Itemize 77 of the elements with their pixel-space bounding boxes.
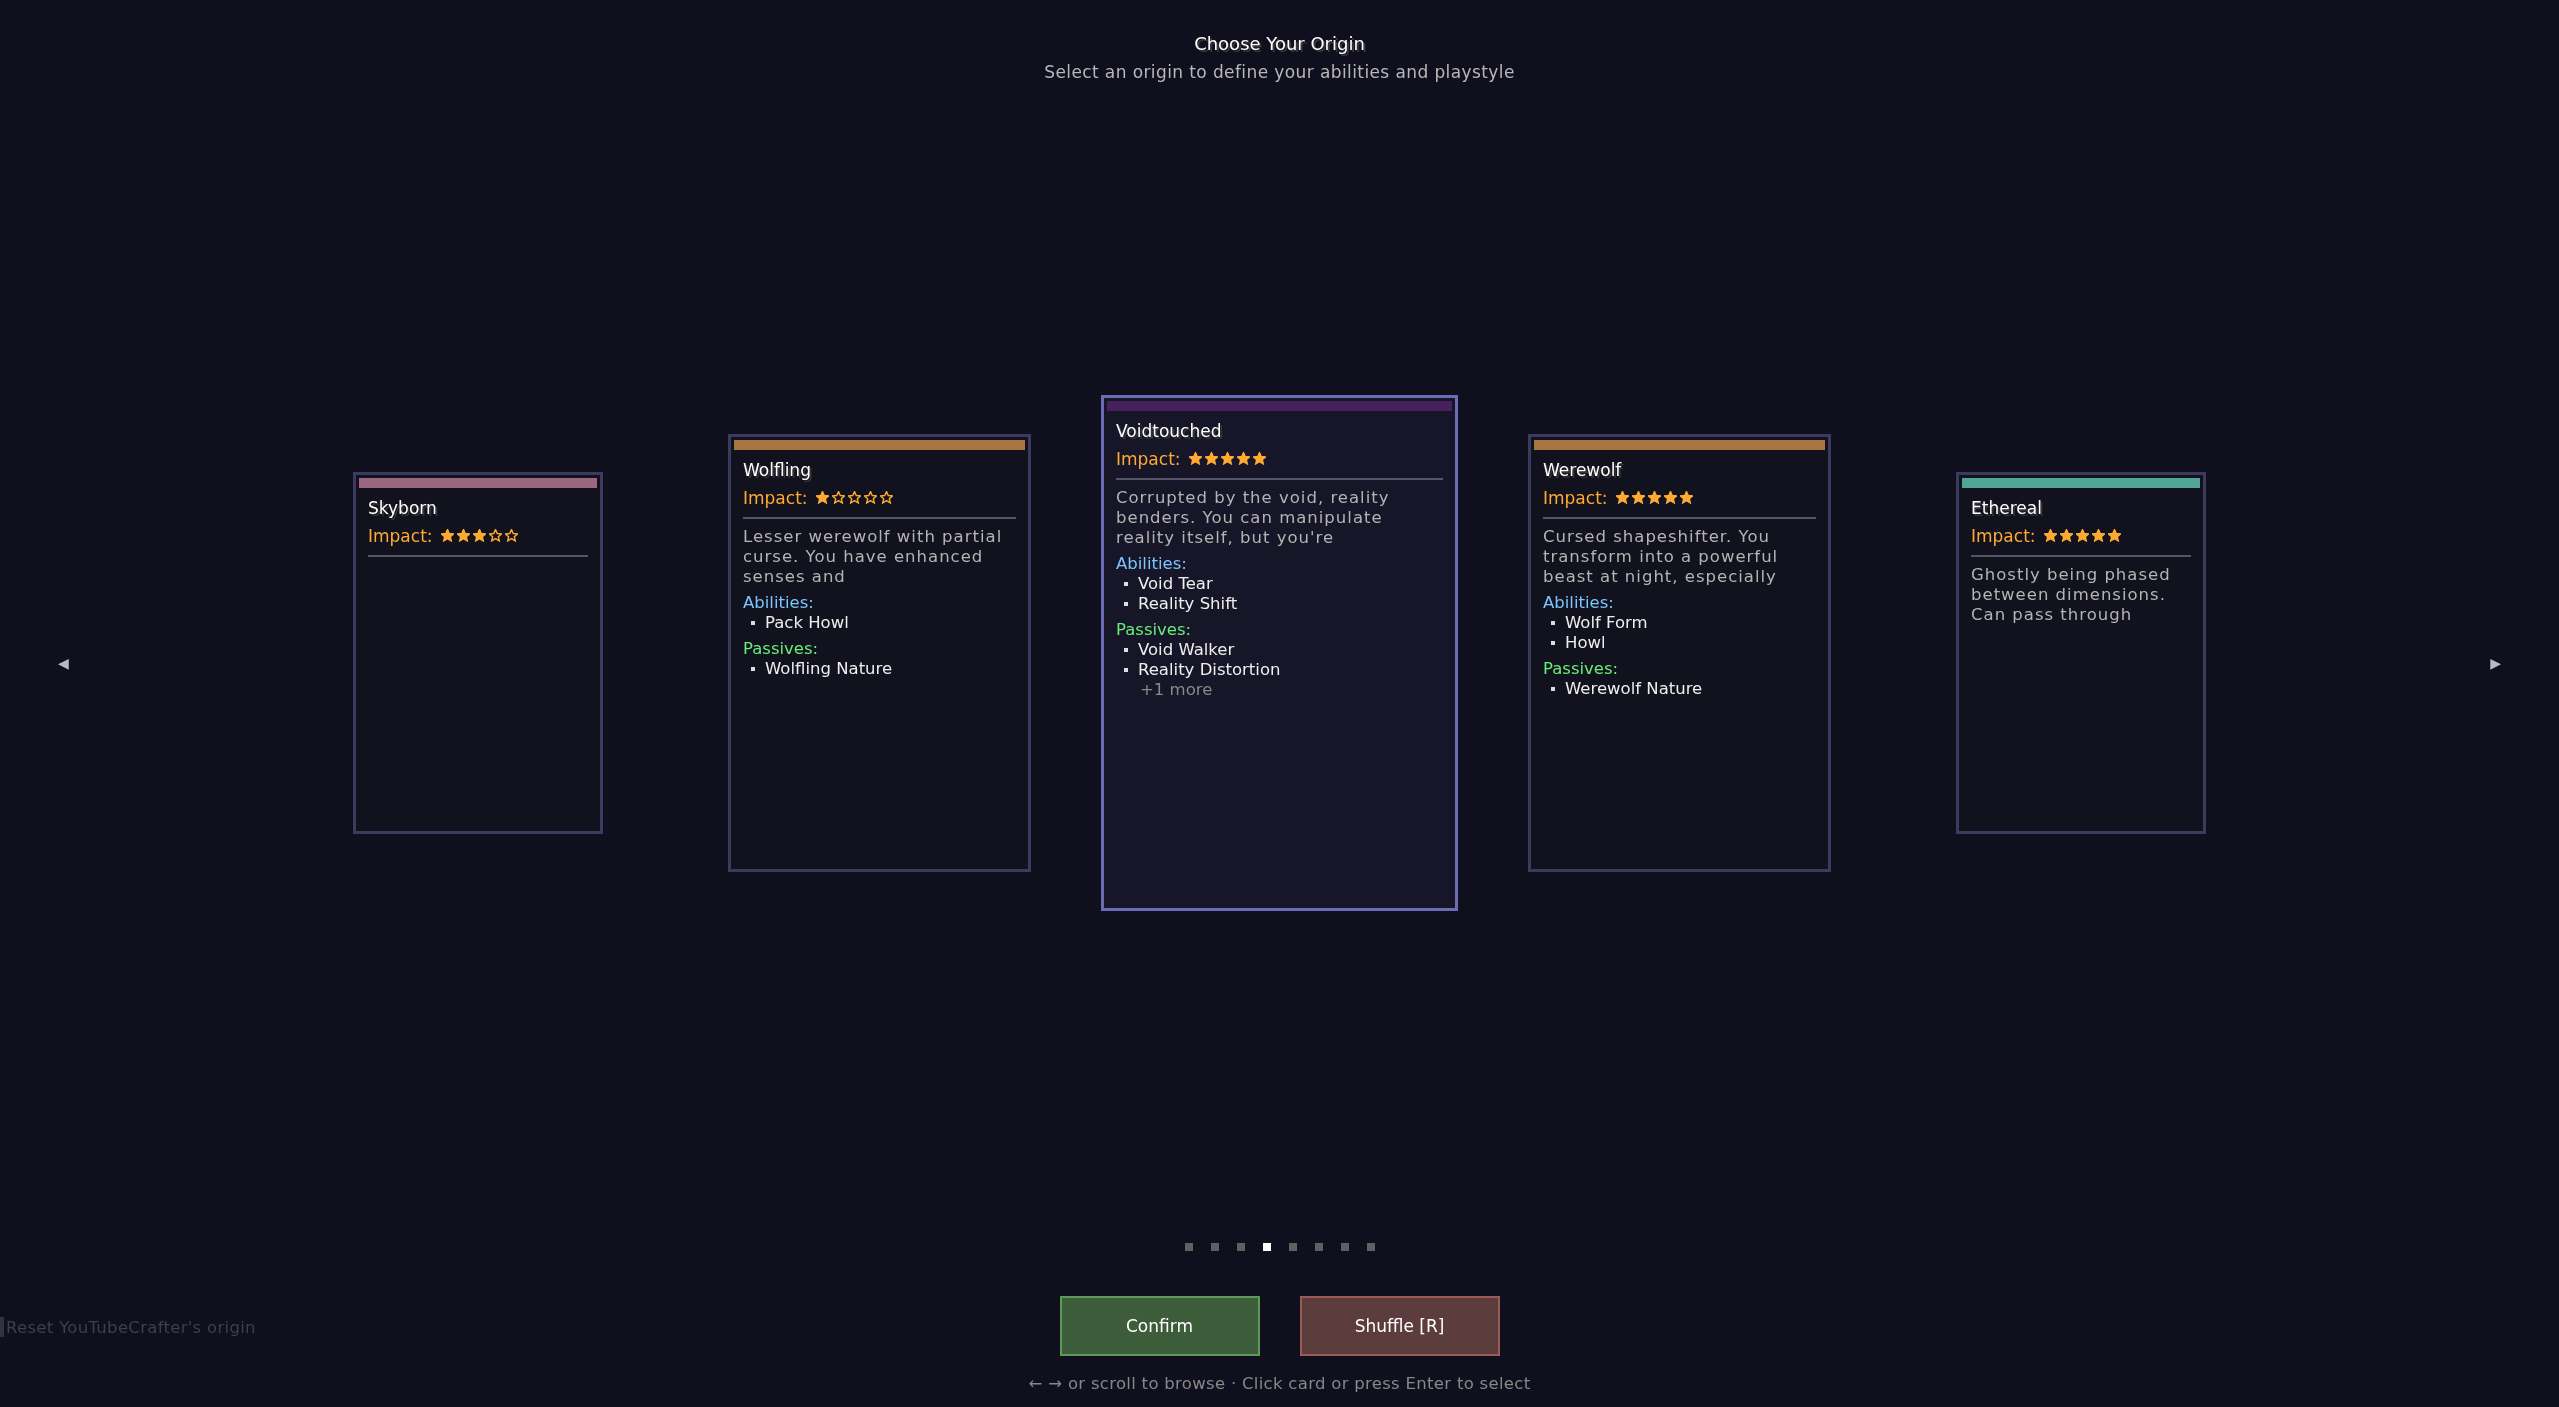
origin-card[interactable]: Skyborn Impact: <box>353 471 603 834</box>
more-count: +1 more <box>1139 679 1214 700</box>
filled-star-icon <box>2043 529 2057 542</box>
bullet-icon <box>1551 686 1555 691</box>
bullet-icon <box>751 620 755 625</box>
list-item: Reality Distortion <box>1138 659 1281 680</box>
empty-star-icon <box>863 491 877 504</box>
origin-card[interactable]: Werewolf Impact: Cursed shapeshifter. You transform into a powerful beast at night, especially Abilities: Wolf Form Howl Passives: Werewolf Nature <box>1528 433 1831 872</box>
empty-star-icon <box>504 529 518 542</box>
section-heading: Abilities: <box>1543 591 1615 613</box>
filled-star-icon <box>1663 491 1677 504</box>
origin-description: Cursed shapeshifter. You transform into a powerful beast at night, especially <box>1543 526 1780 587</box>
section-heading: Passives: <box>1543 657 1620 679</box>
action-button[interactable]: Shuffle [R] <box>1299 1296 1500 1356</box>
list-item: Wolfling Nature <box>765 658 893 679</box>
text-cursor-icon <box>0 1317 4 1337</box>
filled-star-icon <box>2059 529 2073 542</box>
bullet-icon <box>1124 667 1128 672</box>
origin-name: Ethereal <box>1971 497 2043 518</box>
filled-star-icon <box>1615 491 1629 504</box>
impact-label: Impact: <box>743 487 808 508</box>
bullet-icon <box>1124 581 1128 586</box>
section-heading: Abilities: <box>1116 552 1188 574</box>
origin-name: Voidtouched <box>1116 420 1223 441</box>
filled-star-icon <box>1220 452 1234 465</box>
controls-hint: ← → or scroll to browse · Click card or press Enter to select <box>1028 1374 1531 1393</box>
filled-star-icon <box>1252 452 1266 465</box>
list-item: Void Walker <box>1138 639 1235 660</box>
origin-description: Ghostly being phased between dimensions. Can pass through <box>1971 564 2172 625</box>
filled-star-icon <box>2075 529 2089 542</box>
origin-card[interactable]: Wolfling Impact: Lesser werewolf with partial curse. You have enhanced senses and Abilities: Pack Howl Passives: Wolfling Nature <box>728 433 1031 872</box>
origin-description: Corrupted by the void, reality benders. You can manipulate reality itself, but you're <box>1116 487 1391 548</box>
filled-star-icon <box>2107 529 2121 542</box>
bullet-icon <box>1124 601 1128 606</box>
filled-star-icon <box>1679 491 1693 504</box>
impact-label: Impact: <box>1971 525 2036 546</box>
bullet-icon <box>751 666 755 671</box>
action-button[interactable]: Confirm <box>1059 1296 1260 1356</box>
filled-star-icon <box>1631 491 1645 504</box>
list-item: Howl <box>1565 632 1606 653</box>
impact-label: Impact: <box>368 525 433 546</box>
origin-name: Skyborn <box>368 497 438 518</box>
list-item: Reality Shift <box>1138 593 1238 614</box>
origin-name: Werewolf <box>1543 459 1623 480</box>
filled-star-icon <box>1188 452 1202 465</box>
list-item: Void Tear <box>1138 573 1213 594</box>
screen-title: Choose Your Origin <box>1194 33 1365 54</box>
filled-star-icon <box>2091 529 2105 542</box>
filled-star-icon <box>1647 491 1661 504</box>
empty-star-icon <box>488 529 502 542</box>
screen-subtitle: Select an origin to define your abilities and playstyle <box>1044 62 1515 82</box>
origin-card[interactable]: Ethereal Impact: Ghostly being phased between dimensions. Can pass through <box>1956 471 2206 834</box>
origin-description: Lesser werewolf with partial curse. You have enhanced senses and <box>743 526 1004 587</box>
empty-star-icon <box>879 491 893 504</box>
list-item: Wolf Form <box>1565 612 1648 633</box>
list-item: Pack Howl <box>765 612 849 633</box>
section-heading: Abilities: <box>743 591 815 613</box>
bullet-icon <box>1124 647 1128 652</box>
previous-arrow[interactable]: ◀ <box>58 654 69 671</box>
empty-star-icon <box>847 491 861 504</box>
filled-star-icon <box>1204 452 1218 465</box>
filled-star-icon <box>456 529 470 542</box>
section-heading: Passives: <box>1116 618 1193 640</box>
filled-star-icon <box>472 529 486 542</box>
filled-star-icon <box>440 529 454 542</box>
impact-label: Impact: <box>1543 487 1608 508</box>
origin-name: Wolfling <box>743 459 812 480</box>
bullet-icon <box>1551 620 1555 625</box>
bullet-icon <box>1551 640 1555 645</box>
section-heading: Passives: <box>743 637 820 659</box>
origin-card[interactable]: Voidtouched Impact: Corrupted by the void, reality benders. You can manipulate reality itself, but you're Abilities: Void Tear Reality Shift Passives: Void Walker Reality Distortion +1 more <box>1101 394 1458 911</box>
filled-star-icon <box>1236 452 1250 465</box>
next-arrow[interactable]: ▶ <box>2490 654 2501 671</box>
list-item: Werewolf Nature <box>1565 678 1703 699</box>
impact-label: Impact: <box>1116 448 1181 469</box>
empty-star-icon <box>831 491 845 504</box>
filled-star-icon <box>815 491 829 504</box>
